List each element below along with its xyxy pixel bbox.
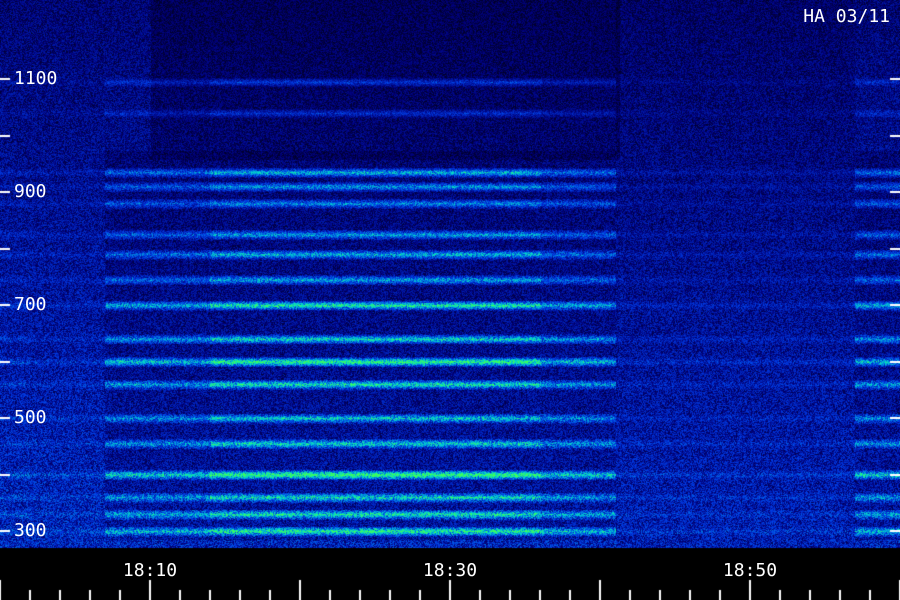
y-tick-label-1100: 1100 <box>14 68 58 90</box>
x-tick-label-1830: 18:30 <box>422 560 478 581</box>
y-tick-label-300: 300 <box>14 520 47 542</box>
station-date-label: HA 03/11 <box>803 6 890 27</box>
x-tick-label-1810: 18:10 <box>122 560 178 581</box>
y-tick-label-700: 700 <box>14 294 47 316</box>
y-tick-label-500: 500 <box>14 407 47 429</box>
x-tick-label-1850: 18:50 <box>722 560 778 581</box>
spectrogram-display: HA 03/11 1100 900 700 500 300 18:10 18:3… <box>0 0 900 600</box>
y-tick-label-900: 900 <box>14 181 47 203</box>
spectrogram-heatmap <box>0 0 900 600</box>
